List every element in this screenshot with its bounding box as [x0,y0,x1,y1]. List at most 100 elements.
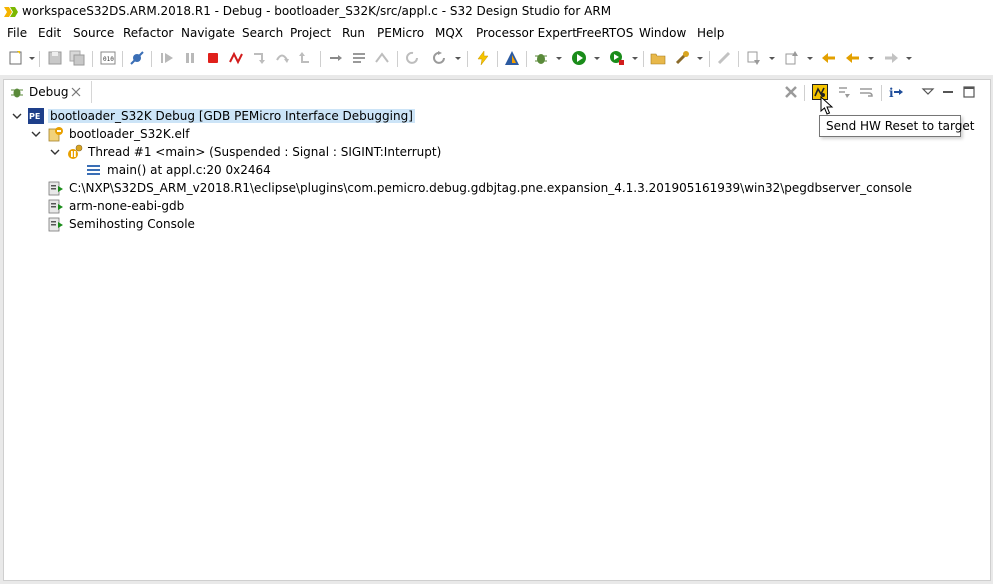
previous-annotation-dropdown-icon[interactable] [806,52,814,64]
tree-label-semihosting: Semihosting Console [69,217,195,231]
toolbar-separator [738,51,739,67]
window-title: workspaceS32DS.ARM.2018.R1 - Debug - boo… [22,4,612,18]
toolbar-separator [526,51,527,67]
maximize-icon[interactable] [961,84,977,100]
menu-source[interactable]: Source [73,26,114,40]
tree-row-gdbserver[interactable]: C:\NXP\S32DS_ARM_v2018.R1\eclipse\plugin… [4,179,990,197]
tree-row-semihosting[interactable]: Semihosting Console [4,215,990,233]
new-dropdown-icon[interactable] [28,52,36,64]
tab-debug-label: Debug [29,85,69,99]
flash-icon[interactable] [475,50,491,66]
suspend-icon[interactable] [182,50,198,66]
svg-text:010: 010 [103,56,114,63]
step-filters-icon[interactable] [858,84,874,100]
toolbar-separator [709,51,710,67]
back-dropdown-icon[interactable] [867,52,875,64]
drop-to-frame-icon[interactable] [351,50,367,66]
step-back-icon[interactable] [432,50,448,66]
back-icon[interactable] [845,50,861,66]
menu-project[interactable]: Project [290,26,331,40]
instruction-step-mode-icon[interactable]: i [888,84,904,100]
menu-help[interactable]: Help [697,26,724,40]
toolbar-separator [39,51,40,67]
toolbar-separator [397,51,398,67]
svg-text:PE: PE [29,112,40,121]
toolbar-separator [92,51,93,67]
view-menu-icon[interactable] [920,84,936,100]
tree-label-gdbserver: C:\NXP\S32DS_ARM_v2018.R1\eclipse\plugin… [69,181,912,195]
menu-run[interactable]: Run [342,26,365,40]
menu-window[interactable]: Window [639,26,686,40]
next-annotation-icon[interactable] [746,50,762,66]
menu-mqx[interactable]: MQX [435,26,463,40]
instruction-stepping-icon[interactable] [328,50,344,66]
menu-file[interactable]: File [7,26,27,40]
forward-icon[interactable] [883,50,899,66]
console-process-icon [48,181,63,196]
chevron-down-icon[interactable] [50,147,60,157]
save-all-icon[interactable] [69,50,85,66]
restart-icon[interactable] [836,84,852,100]
chevron-down-icon[interactable] [31,129,41,139]
forward-dropdown-icon[interactable] [905,52,913,64]
tooltip: Send HW Reset to target [819,115,974,137]
next-annotation-dropdown-icon[interactable] [768,52,776,64]
tab-debug[interactable]: Debug [5,81,92,103]
build-icon[interactable] [674,50,690,66]
menu-pemicro[interactable]: PEMicro [377,26,424,40]
menu-navigate[interactable]: Navigate [181,26,235,40]
debug-icon[interactable] [533,50,549,66]
binary-icon[interactable]: 010 [100,50,116,66]
title-bar: workspaceS32DS.ARM.2018.R1 - Debug - boo… [0,0,993,24]
console-process-icon [48,199,63,214]
processor-expert-icon[interactable] [504,50,520,66]
debug-dropdown-icon[interactable] [555,52,563,64]
tree-row-stack-frame[interactable]: main() at appl.c:20 0x2464 [4,161,990,179]
close-icon[interactable] [71,87,81,97]
use-step-filters-icon[interactable] [374,50,390,66]
step-into-icon[interactable] [251,50,267,66]
terminate-icon[interactable] [205,50,221,66]
toolbar-separator [643,51,644,67]
mouse-cursor-icon [820,96,834,115]
step-return-icon[interactable] [297,50,313,66]
tooltip-text: Send HW Reset to target [826,119,975,133]
stack-frame-icon [87,165,100,175]
toolbar-separator [467,51,468,67]
tree-row-thread[interactable]: Thread #1 <main> (Suspended : Signal : S… [4,143,990,161]
run-icon[interactable] [571,50,587,66]
open-project-icon[interactable] [650,50,666,66]
debug-view: Debug i PE bootloader_S32K Debug [GDB PE… [3,79,991,581]
step-back-dropdown-icon[interactable] [454,52,462,64]
console-process-icon [48,217,63,232]
menu-refactor[interactable]: Refactor [123,26,173,40]
resume-icon[interactable] [159,50,175,66]
remove-terminated-icon[interactable] [783,84,799,100]
menu-processor-expert[interactable]: Processor Expert [476,26,577,40]
previous-annotation-icon[interactable] [784,50,800,66]
thread-suspended-icon [68,144,83,159]
main-toolbar: 010 [0,45,993,73]
edit-icon[interactable] [716,50,732,66]
menu-edit[interactable]: Edit [38,26,61,40]
toolbar-separator [881,85,882,101]
skip-breakpoints-icon[interactable] [129,50,145,66]
external-tools-icon[interactable] [609,50,625,66]
build-dropdown-icon[interactable] [696,52,704,64]
last-edit-location-icon[interactable] [821,50,837,66]
tree-row-gdb[interactable]: arm-none-eabi-gdb [4,197,990,215]
menu-bar: File Edit Source Refactor Navigate Searc… [0,24,993,44]
chevron-down-icon[interactable] [12,111,22,121]
toolbar-separator [497,51,498,67]
menu-search[interactable]: Search [242,26,283,40]
menu-freertos[interactable]: FreeRTOS [576,26,633,40]
toolbar-separator [151,51,152,67]
disconnect-icon[interactable] [228,50,244,66]
reverse-debug-icon[interactable] [405,50,421,66]
minimize-icon[interactable] [940,84,956,100]
save-icon[interactable] [47,50,63,66]
run-dropdown-icon[interactable] [593,52,601,64]
step-over-icon[interactable] [274,50,290,66]
external-tools-dropdown-icon[interactable] [631,52,639,64]
new-icon[interactable] [8,50,24,66]
